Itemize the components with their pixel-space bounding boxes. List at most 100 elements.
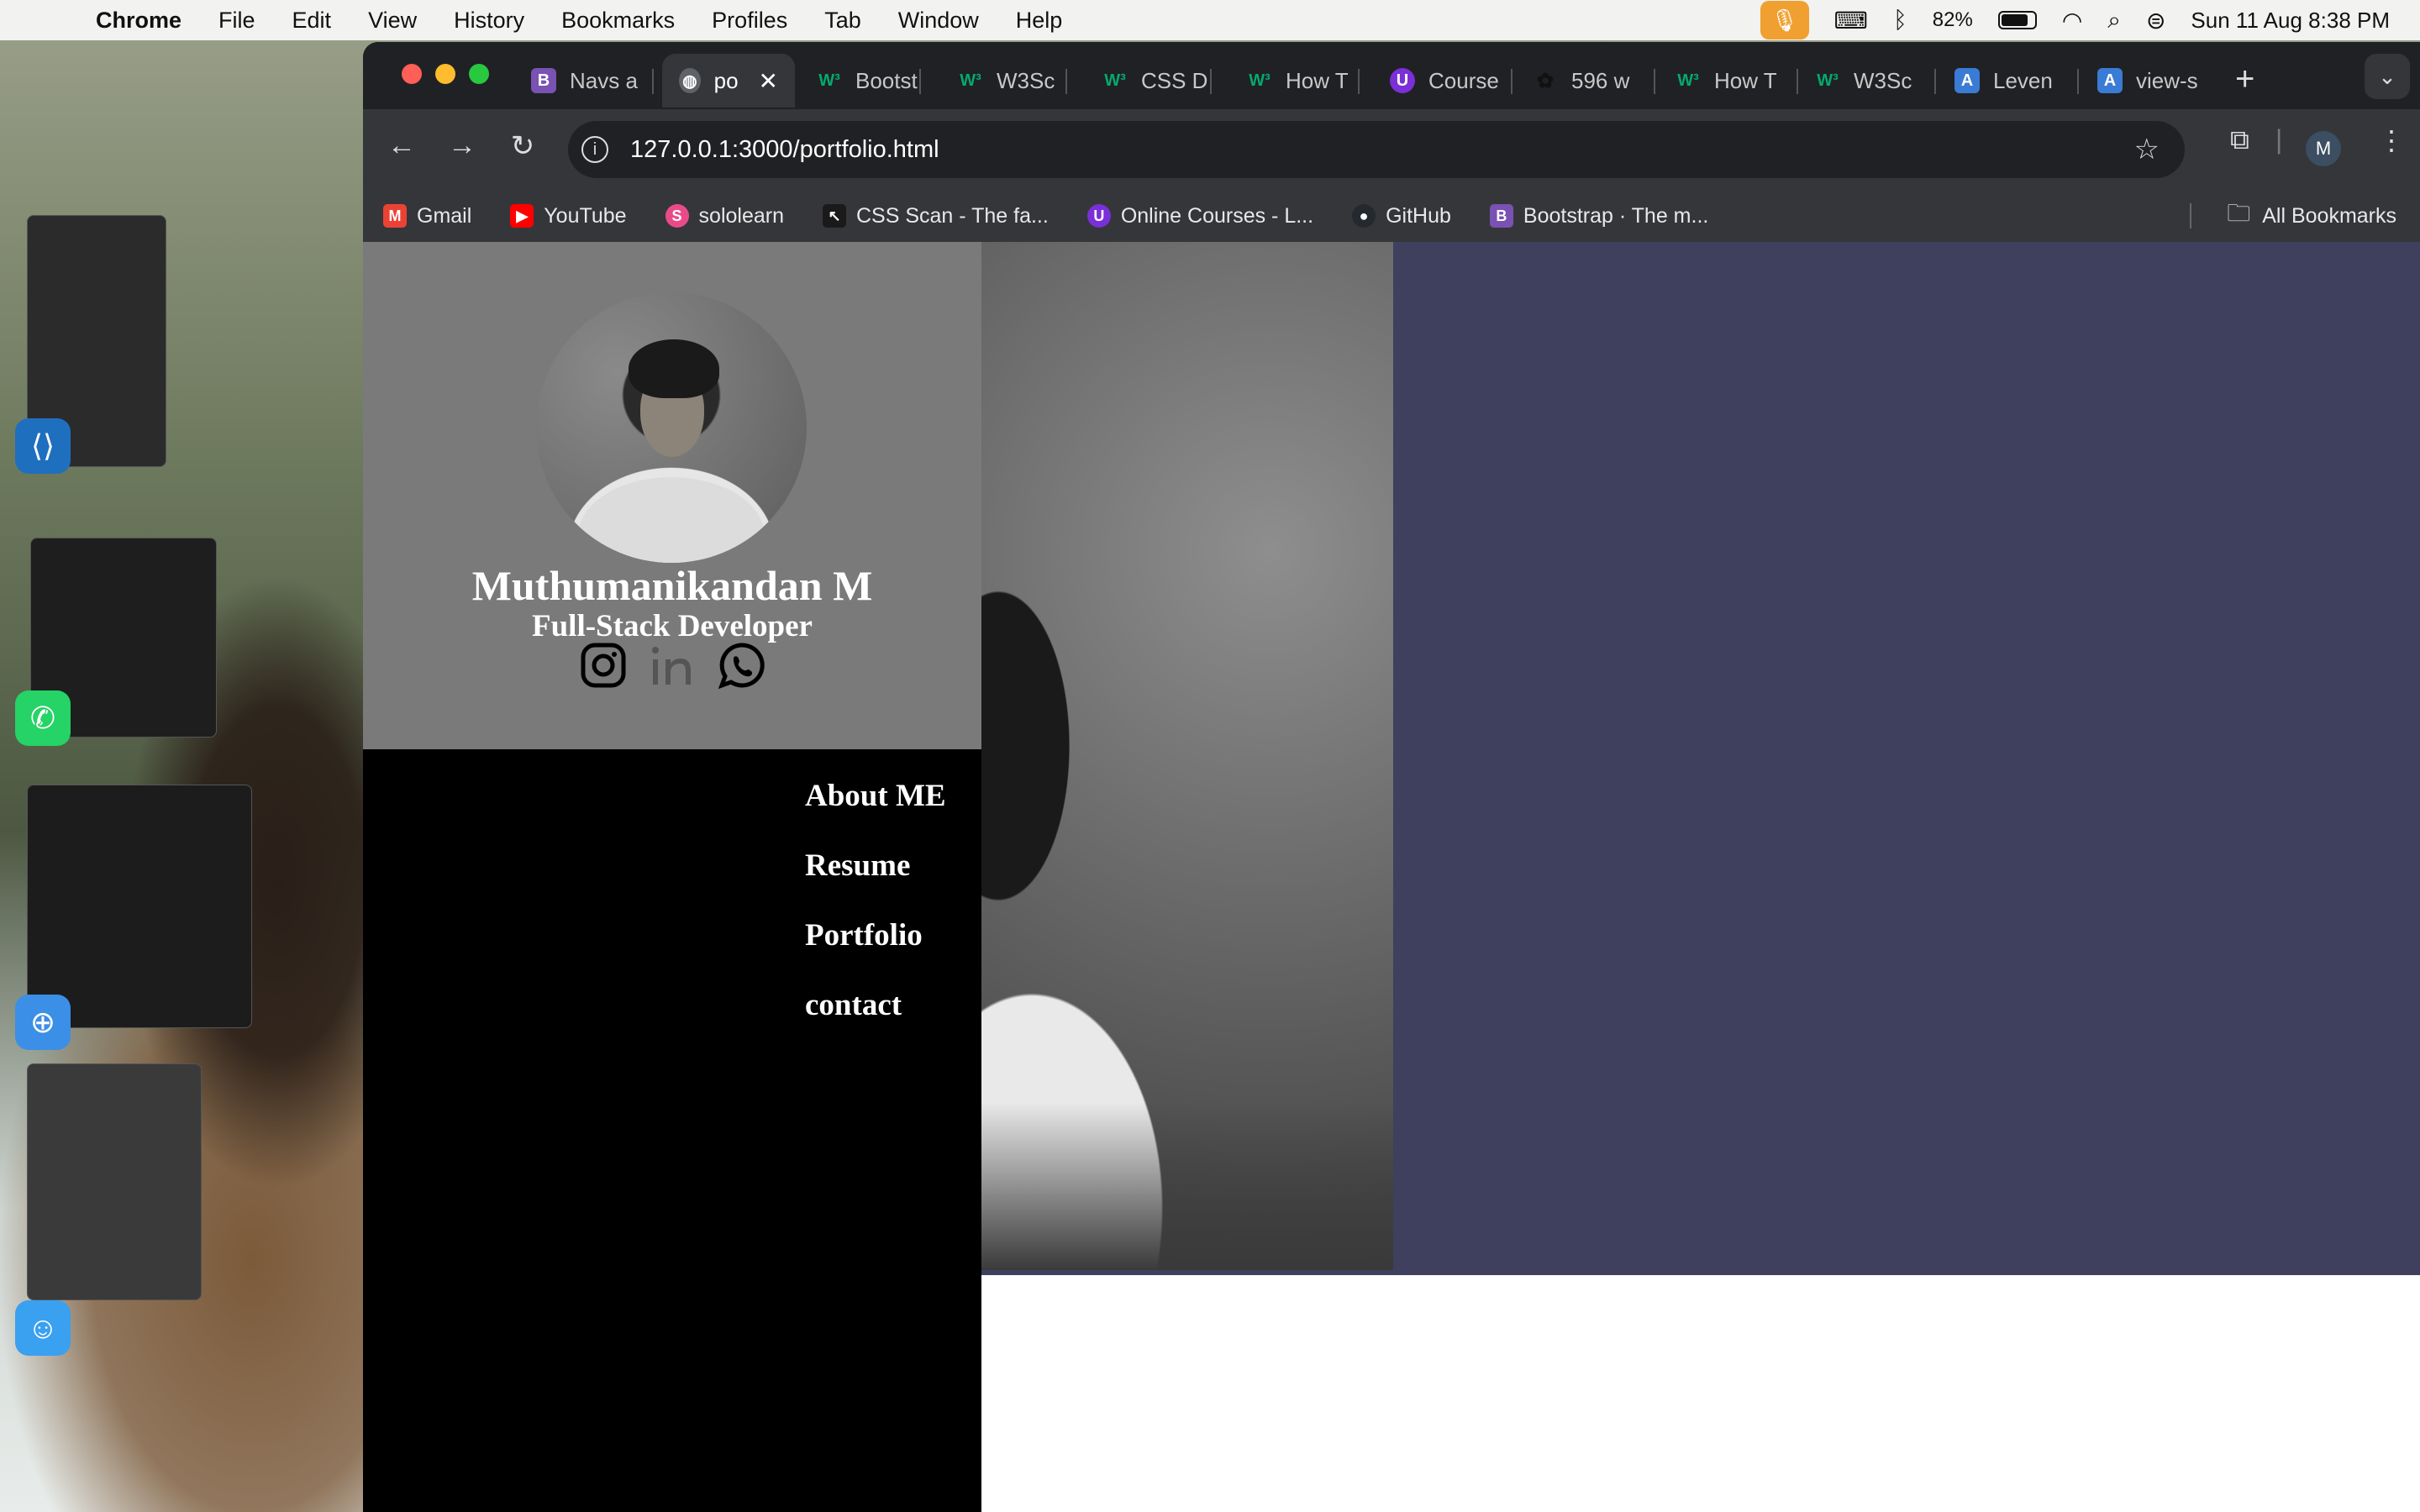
whatsapp-icon[interactable]: ✆: [15, 690, 71, 746]
openai-favicon-icon: ✿: [1536, 69, 1555, 92]
bootstrap-icon: B: [1489, 204, 1513, 228]
tab-css[interactable]: W³ CSS D: [1102, 54, 1207, 108]
instagram-icon[interactable]: [580, 642, 627, 689]
menu-window[interactable]: Window: [898, 8, 979, 34]
tab-label: Leven: [1993, 67, 2053, 93]
nav-resume[interactable]: Resume: [805, 849, 946, 919]
extensions-icon[interactable]: ⧉: [2230, 124, 2249, 156]
tab-search-button[interactable]: ⌄: [2365, 54, 2410, 99]
menu-view[interactable]: View: [368, 8, 417, 34]
bookmark-gmail[interactable]: M Gmail: [383, 204, 471, 228]
all-bookmarks-button[interactable]: 🗀 All Bookmarks: [2227, 190, 2396, 242]
wifi-icon[interactable]: ◠: [2062, 7, 2082, 34]
page-sidebar: Muthumanikandan M Full-Stack Developer A…: [363, 242, 981, 1512]
bookmark-sololearn[interactable]: S sololearn: [665, 204, 784, 228]
address-bar[interactable]: i 127.0.0.1:3000/portfolio.html ☆: [568, 121, 2185, 178]
main-nav: About ME Resume Portfolio contact: [805, 780, 946, 1058]
nav-contact[interactable]: contact: [805, 989, 946, 1058]
spotlight-search-icon[interactable]: ⌕: [2107, 7, 2121, 34]
tab-596[interactable]: ✿ 596 w: [1533, 54, 1629, 108]
bluetooth-icon[interactable]: ᛒ: [1893, 7, 1907, 34]
menu-help[interactable]: Help: [1016, 8, 1063, 34]
hero-panel: [1393, 242, 2420, 1275]
github-icon: ●: [1352, 204, 1376, 228]
social-links: [363, 642, 981, 689]
tab-w3schools-2[interactable]: W³ W3Sc: [1815, 54, 1912, 108]
menu-bookmarks[interactable]: Bookmarks: [561, 8, 675, 34]
macos-menu-bar: Chrome File Edit View History Bookmarks …: [0, 0, 2420, 40]
tab-label: How T: [1714, 67, 1777, 93]
tab-label: view-s: [2136, 67, 2198, 93]
close-window-button[interactable]: [402, 64, 422, 84]
site-info-icon[interactable]: i: [581, 136, 608, 163]
udemy-favicon-icon: U: [1390, 68, 1415, 93]
all-bookmarks-label: All Bookmarks: [2262, 203, 2396, 228]
tab-view-source[interactable]: A view-s: [2097, 54, 2198, 108]
profile-avatar[interactable]: M: [2306, 131, 2341, 166]
tab-separator: [2077, 69, 2079, 94]
tab-label: Navs a: [570, 67, 638, 93]
battery-icon[interactable]: [1997, 11, 2037, 29]
browser-toolbar: ← → ↻ i 127.0.0.1:3000/portfolio.html ☆ …: [363, 109, 2420, 190]
maximize-window-button[interactable]: [469, 64, 489, 84]
close-tab-icon[interactable]: ✕: [759, 67, 778, 95]
menubar-clock[interactable]: Sun 11 Aug 8:38 PM: [2191, 8, 2390, 34]
tab-portfolio[interactable]: ◍ po ✕: [662, 54, 795, 108]
control-center-icon[interactable]: ⊜: [2146, 7, 2165, 34]
tab-how-to[interactable]: W³ How T: [1247, 54, 1349, 108]
bookmark-label: Online Courses - L...: [1120, 203, 1314, 228]
bookmark-bootstrap[interactable]: B Bootstrap · The m...: [1489, 203, 1709, 228]
bookmark-udemy[interactable]: U Online Courses - L...: [1086, 203, 1314, 228]
bookmark-star-icon[interactable]: ☆: [2134, 133, 2160, 166]
tab-courses[interactable]: U Course: [1390, 54, 1499, 108]
apple-menu-icon[interactable]: [32, 5, 62, 35]
translate-favicon-icon: A: [1954, 68, 1980, 93]
bookmark-css-scan[interactable]: ↖ CSS Scan - The fa...: [823, 204, 1049, 228]
tab-label: W3Sc: [997, 67, 1055, 93]
menu-app-name[interactable]: Chrome: [96, 8, 182, 34]
whatsapp-icon[interactable]: [718, 642, 765, 689]
back-button[interactable]: ←: [381, 129, 422, 162]
tab-label: How T: [1286, 67, 1349, 93]
reload-button[interactable]: ↻: [502, 129, 543, 163]
chrome-menu-icon[interactable]: ⋮: [2378, 124, 2405, 156]
tab-navs[interactable]: B Navs a: [531, 54, 638, 108]
hero-panel-strip: [981, 1270, 1393, 1275]
tab-bootstrap[interactable]: W³ Bootst: [817, 54, 918, 108]
bookmark-label: Bootstrap · The m...: [1523, 203, 1709, 228]
new-tab-button[interactable]: +: [2235, 60, 2254, 98]
menu-profiles[interactable]: Profiles: [712, 8, 787, 34]
tab-separator: [1934, 69, 1936, 94]
menu-history[interactable]: History: [454, 8, 524, 34]
tab-w3schools[interactable]: W³ W3Sc: [958, 54, 1055, 108]
menu-tab[interactable]: Tab: [824, 8, 861, 34]
keyboard-icon[interactable]: ⌨: [1834, 7, 1868, 34]
bookmark-github[interactable]: ● GitHub: [1352, 204, 1451, 228]
menu-edit[interactable]: Edit: [292, 8, 332, 34]
tab-levenshtein[interactable]: A Leven: [1954, 54, 2053, 108]
w3schools-favicon-icon: W³: [1249, 71, 1270, 90]
tab-label: W3Sc: [1854, 67, 1912, 93]
gmail-icon: M: [383, 204, 407, 228]
nav-portfolio[interactable]: Portfolio: [805, 919, 946, 989]
globe-favicon-icon: ◍: [679, 68, 701, 93]
finder-icon[interactable]: ☺: [15, 1300, 71, 1356]
bookmark-youtube[interactable]: ▶ YouTube: [510, 204, 627, 228]
translate-favicon-icon: A: [2097, 68, 2123, 93]
window-thumbnail-finder[interactable]: [27, 1063, 202, 1300]
window-thumbnail-tutorial[interactable]: [27, 785, 252, 1028]
forward-button[interactable]: →: [442, 129, 482, 162]
microphone-icon[interactable]: 🎙: [1760, 1, 1809, 39]
address-url[interactable]: 127.0.0.1:3000/portfolio.html: [630, 136, 939, 164]
nav-about-me[interactable]: About ME: [805, 780, 946, 849]
safari-icon[interactable]: ⊕: [15, 995, 71, 1050]
tab-how-to-2[interactable]: W³ How T: [1676, 54, 1777, 108]
bootstrap-favicon-icon: B: [531, 68, 556, 93]
menu-file[interactable]: File: [218, 8, 255, 34]
minimize-window-button[interactable]: [435, 64, 455, 84]
profile-name: Muthumanikandan M: [471, 562, 873, 609]
vscode-icon[interactable]: ⟨⟩: [15, 418, 71, 474]
tab-separator: [1358, 69, 1360, 94]
profile-photo: [536, 292, 807, 563]
linkedin-icon[interactable]: [649, 642, 696, 689]
